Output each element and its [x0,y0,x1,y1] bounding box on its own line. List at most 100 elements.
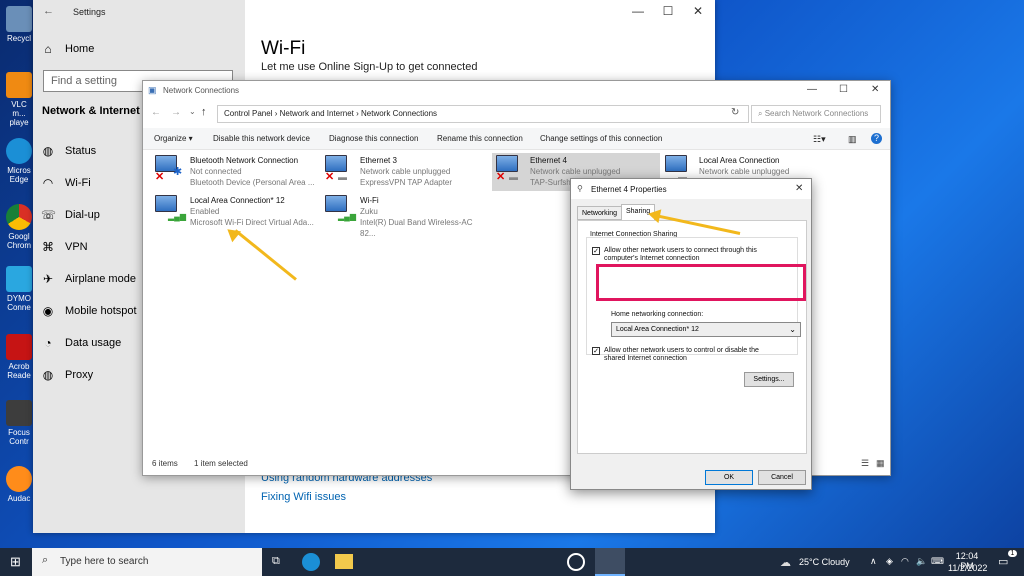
disable-device-button[interactable]: Disable this network device [213,134,310,143]
close-icon[interactable]: ✕ [795,183,803,194]
breadcrumb-network-connections[interactable]: Network Connections [361,109,437,118]
connection-ethernet-3[interactable]: ✕ ▬ Ethernet 3 Network cable unplugged Ex… [325,155,485,191]
details-view-icon[interactable]: ☰ [861,458,869,469]
nav-airplane[interactable]: ✈ Airplane mode [41,272,136,286]
windows-start-icon[interactable]: ⊞ [10,554,21,570]
allow-connect-checkbox[interactable]: ✓ [592,247,600,255]
home-networking-select[interactable]: Local Area Connection* 12 ⌄ [611,322,801,337]
taskbar-search-input[interactable]: ⌕ Type here to search [32,548,262,576]
network-adapter-icon: ✕ ▬ [496,155,522,183]
allow-control-checkbox[interactable]: ✓ [592,347,600,355]
network-adapter-icon: ▂▄▆ [325,195,356,221]
app-taskbar-icon[interactable] [567,553,585,571]
cancel-button[interactable]: Cancel [758,470,806,485]
nav-hotspot[interactable]: ◉ Mobile hotspot [41,304,137,318]
desktop-icon-focus[interactable]: Focus Contr [4,400,34,446]
language-icon[interactable]: ⌨ [931,556,944,567]
search-network-input[interactable]: ⌕ Search Network Connections [751,105,881,123]
preview-pane-icon[interactable]: ▥ [848,134,857,145]
breadcrumb-network-internet[interactable]: Network and Internet [280,109,354,118]
clock-date[interactable]: 11/2/2022 [948,563,987,573]
cable-icon: ▬ [338,172,347,182]
network-adapter-icon: ✕ ▬ [325,155,351,183]
chevron-down-icon[interactable]: ⌄ [189,107,196,116]
close-icon[interactable]: ✕ [683,4,713,18]
tab-networking[interactable]: Networking [577,206,623,220]
globe-icon: ◍ [42,144,54,158]
rename-button[interactable]: Rename this connection [437,134,523,143]
nav-status[interactable]: ◍ Status [41,144,96,158]
large-icons-view-icon[interactable]: ▦ [876,458,885,469]
desktop-icon-edge[interactable]: Micros Edge [4,138,34,184]
address-box[interactable]: Control Panel › Network and Internet › N… [217,105,749,123]
nav-dialup[interactable]: ☏ Dial-up [41,208,100,222]
back-arrow-icon[interactable]: ← [43,5,54,17]
connection-bluetooth[interactable]: ✕ ✱ Bluetooth Network Connection Not conn… [155,155,315,191]
sharing-panel: Internet Connection Sharing ✓ Allow othe… [577,220,807,454]
allow-control-label: Allow other network users to control or … [604,347,759,362]
minimize-icon[interactable]: — [807,84,817,95]
notification-icon[interactable]: ▭ [998,555,1008,568]
desktop-icon-audacity[interactable]: Audac [4,466,34,503]
nav-vpn[interactable]: ⌘ VPN [41,240,88,254]
nav-wifi[interactable]: ◠ Wi-Fi [41,176,91,190]
back-arrow-icon[interactable]: ← [151,107,161,118]
minimize-icon[interactable]: — [623,4,653,18]
disconnected-x-icon: ✕ [155,171,165,183]
organize-button[interactable]: Organize ▾ [154,134,193,143]
vpn-icon: ⌘ [42,240,54,254]
diagnose-button[interactable]: Diagnose this connection [329,134,418,143]
wifi-icon[interactable]: ◠ [901,556,909,567]
connection-local-area-12[interactable]: ▂▄▆ Local Area Connection* 12 Enabled Mi… [155,195,325,231]
chevron-up-icon[interactable]: ∧ [870,556,877,567]
settings-title: Settings [73,7,106,17]
signal-bars-icon: ▂▄▆ [168,212,186,221]
network-adapter-icon: ⚲ [577,184,583,193]
weather-text[interactable]: 25°C Cloudy [799,557,850,567]
ok-button[interactable]: OK [705,470,753,485]
home-icon: ⌂ [44,42,52,56]
maximize-icon[interactable]: ☐ [653,4,683,18]
refresh-icon[interactable]: ↻ [731,107,739,118]
breadcrumb-control-panel[interactable]: Control Panel [224,109,272,118]
desktop-icon-vlc[interactable]: VLC m... playe [4,72,34,127]
desktop-icon-acrobat[interactable]: Acrob Reade [4,334,34,380]
chevron-down-icon: ⌄ [789,325,796,334]
desktop-icon-dymo[interactable]: DYMO Conne [4,266,34,312]
airplane-icon: ✈ [42,272,54,286]
hotspot-icon: ◉ [42,304,54,318]
desktop-icon-chrome[interactable]: Googl Chrom [4,204,34,250]
address-bar-row: ← → ⌄ ↑ Control Panel › Network and Inte… [143,103,890,125]
task-view-icon[interactable]: ⧉ [272,555,280,568]
desktop-icon-recycle-bin[interactable]: Recycl [4,6,34,43]
network-adapter-icon: ▂▄▆ [155,195,186,221]
page-title: Wi-Fi [261,38,306,59]
volume-icon[interactable]: 🔈 [916,556,927,567]
view-options-icon[interactable]: ☷▾ [813,134,826,145]
edge-taskbar-icon[interactable] [302,553,320,571]
network-connections-taskbar-icon[interactable] [595,548,625,576]
network-adapter-icon: ✕ ✱ [155,155,183,183]
change-settings-button[interactable]: Change settings of this connection [540,134,662,143]
connection-wifi[interactable]: ▂▄▆ Wi-Fi Zuku Intel(R) Dual Band Wirele… [325,195,490,238]
settings-button[interactable]: Settings... [744,372,794,387]
bluetooth-icon: ✱ [173,166,183,178]
signal-bars-icon: ▂▄▆ [338,212,356,221]
network-folder-icon: ▣ [148,85,157,95]
home-networking-label: Home networking connection: [611,311,704,318]
up-arrow-icon[interactable]: ↑ [201,106,207,118]
help-icon[interactable]: ? [871,133,882,144]
maximize-icon[interactable]: ☐ [839,84,848,95]
file-explorer-icon[interactable] [335,554,353,569]
nav-data-usage[interactable]: ◔ Data usage [41,336,121,350]
link-fixing-wifi[interactable]: Fixing Wifi issues [261,491,346,503]
home-nav[interactable]: ⌂ Home [41,42,94,56]
globe-icon: ◍ [42,368,54,382]
forward-arrow-icon[interactable]: → [171,107,181,118]
tray-apps-icon[interactable]: ◈ [886,556,893,567]
taskbar: ⊞ ⌕ Type here to search ⧉ ☁ 25°C Cloudy … [0,548,1024,576]
netconn-titlebar: ▣ Network Connections — ☐ ✕ [148,84,880,95]
data-usage-icon: ◔ [44,336,52,350]
nav-proxy[interactable]: ◍ Proxy [41,368,93,382]
close-icon[interactable]: ✕ [871,84,879,95]
